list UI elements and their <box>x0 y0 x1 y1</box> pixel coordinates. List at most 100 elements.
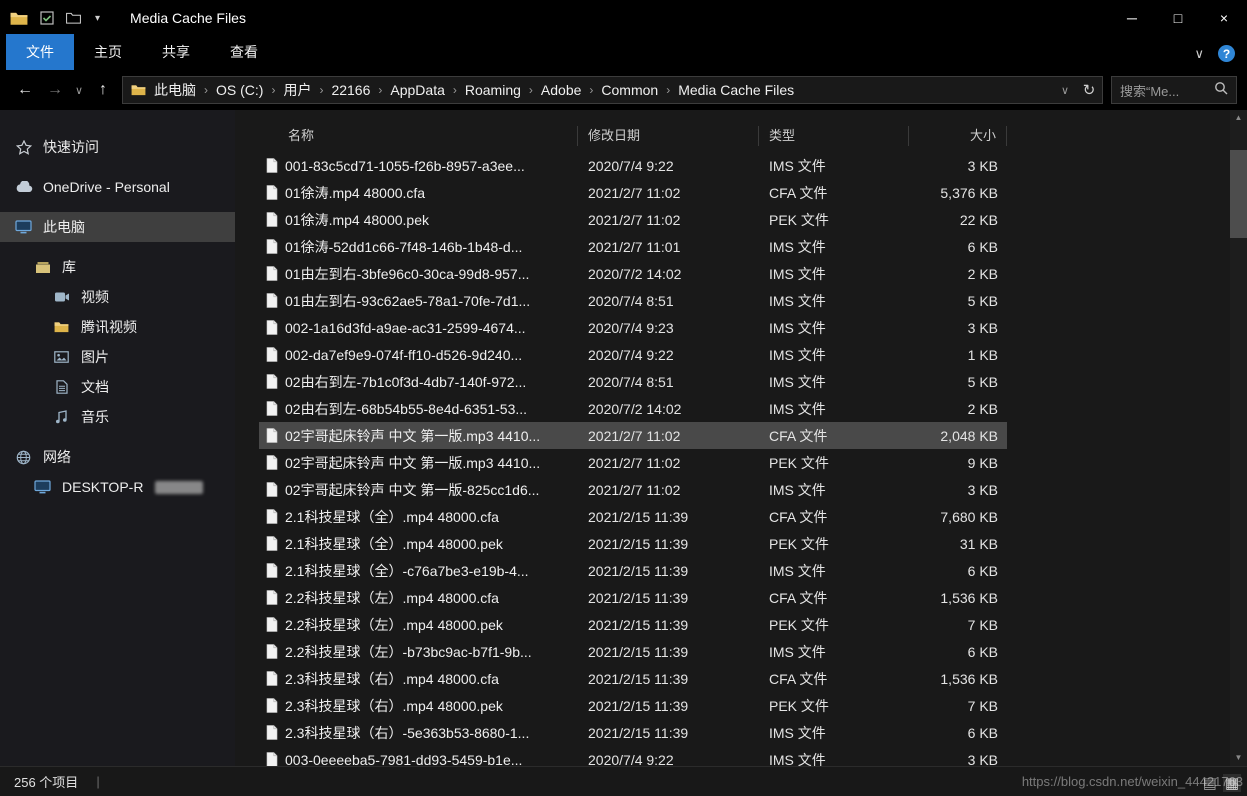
file-icon <box>259 212 285 227</box>
file-size: 7 KB <box>967 697 998 714</box>
file-row[interactable]: 02宇哥起床铃声 中文 第一版.mp3 4410... 2021/2/7 11:0… <box>259 449 1007 476</box>
file-type: IMS 文件 <box>769 373 826 390</box>
file-size: 1 KB <box>967 346 998 363</box>
file-size: 6 KB <box>967 724 998 741</box>
file-name: 2.1科技星球（全）.mp4 48000.pek <box>285 535 503 552</box>
properties-icon[interactable] <box>40 11 54 25</box>
address-dropdown-icon[interactable]: ∨ <box>1054 84 1076 97</box>
column-header-date[interactable]: 修改日期 <box>578 126 759 146</box>
file-row[interactable]: 02宇哥起床铃声 中文 第一版.mp3 4410... 2021/2/7 11:0… <box>259 422 1007 449</box>
breadcrumb-item-user-22166[interactable]: 22166 <box>323 82 378 98</box>
file-row[interactable]: 01由左到右-3bfe96c0-30ca-99d8-957... 2020/7/2… <box>259 260 1007 287</box>
breadcrumb-item-users[interactable]: 用户 <box>275 80 319 100</box>
file-row[interactable]: 2.1科技星球（全）.mp4 48000.pek 2021/2/15 11:39 P… <box>259 530 1007 557</box>
breadcrumb-item-media-cache-files[interactable]: Media Cache Files <box>670 82 802 98</box>
breadcrumb-item-this-pc[interactable]: 此电脑 <box>146 80 204 100</box>
icons-view-button[interactable]: ▦ <box>1222 774 1241 792</box>
file-icon <box>259 347 285 362</box>
file-row[interactable]: 2.2科技星球（左）-b73bc9ac-b7f1-9b... 2021/2/15 … <box>259 638 1007 665</box>
file-row[interactable]: 02宇哥起床铃声 中文 第一版-825cc1d6... 2021/2/7 11:0… <box>259 476 1007 503</box>
ribbon-tab-share[interactable]: 共享 <box>142 34 210 70</box>
file-row[interactable]: 2.3科技星球（右）.mp4 48000.pek 2021/2/15 11:39 P… <box>259 692 1007 719</box>
file-icon <box>259 293 285 308</box>
scrollbar-thumb[interactable] <box>1230 150 1247 238</box>
explorer-icon <box>10 11 28 26</box>
file-row[interactable]: 2.1科技星球（全）-c76a7be3-e19b-4... 2021/2/15 1… <box>259 557 1007 584</box>
up-button[interactable]: ↑ <box>88 76 118 104</box>
sidebar-item-desktop-r[interactable]: DESKTOP-R <box>0 472 235 502</box>
file-row[interactable]: 01徐涛-52dd1c66-7f48-146b-1b48-d... 2021/2/… <box>259 233 1007 260</box>
column-header-size[interactable]: 大小 <box>909 126 1007 146</box>
back-button[interactable]: ← <box>10 76 40 104</box>
close-button[interactable]: × <box>1201 0 1247 36</box>
details-view-button[interactable]: ▤ <box>1203 774 1217 792</box>
sidebar-item-music[interactable]: 音乐 <box>0 402 235 432</box>
vertical-scrollbar[interactable]: ▲ ▼ <box>1230 110 1247 766</box>
sidebar-item-videos[interactable]: 视频 <box>0 282 235 312</box>
ribbon-expand-icon[interactable]: ∨ <box>1194 46 1204 62</box>
file-row[interactable]: 02由右到左-7b1c0f3d-4db7-140f-972... 2020/7/4… <box>259 368 1007 395</box>
file-date-modified: 2020/7/4 8:51 <box>588 373 674 390</box>
file-date-modified: 2020/7/4 9:23 <box>588 319 674 336</box>
file-row[interactable]: 2.3科技星球（右）.mp4 48000.cfa 2021/2/15 11:39 C… <box>259 665 1007 692</box>
file-row[interactable]: 2.2科技星球（左）.mp4 48000.pek 2021/2/15 11:39 P… <box>259 611 1007 638</box>
search-box[interactable]: 搜索“Me... <box>1111 76 1237 104</box>
breadcrumb-item-adobe[interactable]: Adobe <box>533 82 589 98</box>
file-row[interactable]: 002-1a16d3fd-a9ae-ac31-2599-4674... 2020/… <box>259 314 1007 341</box>
file-type: PEK 文件 <box>769 616 829 633</box>
file-row[interactable]: 2.1科技星球（全）.mp4 48000.cfa 2021/2/15 11:39 C… <box>259 503 1007 530</box>
ribbon-tab-view[interactable]: 查看 <box>210 34 278 70</box>
column-header-type[interactable]: 类型 <box>759 126 909 146</box>
file-row[interactable]: 003-0eeeeba5-7981-dd93-5459-b1e... 2020/7… <box>259 746 1007 766</box>
file-row[interactable]: 001-83c5cd71-1055-f26b-8957-a3ee... 2020/… <box>259 152 1007 179</box>
minimize-button[interactable]: ─ <box>1109 0 1155 36</box>
title-bar: ▾ Media Cache Files ─ □ × <box>0 0 1247 36</box>
breadcrumb-item-appdata[interactable]: AppData <box>382 82 452 98</box>
sidebar-item-label: 音乐 <box>81 409 109 425</box>
maximize-button[interactable]: □ <box>1155 0 1201 36</box>
file-row[interactable]: 01由左到右-93c62ae5-78a1-70fe-7d1... 2020/7/4… <box>259 287 1007 314</box>
refresh-icon[interactable]: ↻ <box>1076 81 1102 99</box>
search-icon[interactable] <box>1214 81 1228 100</box>
file-row[interactable]: 01徐涛.mp4 48000.pek 2021/2/7 11:02 PEK 文件 22… <box>259 206 1007 233</box>
sidebar-item-label: 此电脑 <box>43 219 85 235</box>
file-row[interactable]: 2.3科技星球（右）-5e363b53-8680-1... 2021/2/15 1… <box>259 719 1007 746</box>
file-row[interactable]: 2.2科技星球（左）.mp4 48000.cfa 2021/2/15 11:39 C… <box>259 584 1007 611</box>
sidebar-item-pictures[interactable]: 图片 <box>0 342 235 372</box>
sidebar-item-documents[interactable]: 文档 <box>0 372 235 402</box>
sidebar-item-label: 视频 <box>81 289 109 305</box>
address-bar[interactable]: 此电脑 › OS (C:) › 用户 › 22166 › AppData › Roaming › Ado… <box>122 76 1103 104</box>
file-name: 01由左到右-3bfe96c0-30ca-99d8-957... <box>285 265 530 282</box>
sidebar-item-libraries[interactable]: 库 <box>0 252 235 282</box>
sidebar-item-this-pc[interactable]: 此电脑 <box>0 212 235 242</box>
file-list: 001-83c5cd71-1055-f26b-8957-a3ee... 2020/… <box>235 152 1230 766</box>
forward-button[interactable]: → <box>40 76 70 104</box>
file-name: 2.1科技星球（全）-c76a7be3-e19b-4... <box>285 562 529 579</box>
file-name: 01徐涛.mp4 48000.cfa <box>285 184 426 201</box>
sidebar-item-quick-access[interactable]: 快速访问 <box>0 132 235 162</box>
breadcrumb-item-roaming[interactable]: Roaming <box>457 82 529 98</box>
column-header-name[interactable]: 名称 <box>259 126 578 146</box>
ribbon-tab-home[interactable]: 主页 <box>74 34 142 70</box>
new-folder-icon[interactable] <box>66 12 81 24</box>
file-date-modified: 2020/7/4 9:22 <box>588 346 674 363</box>
file-date-modified: 2020/7/4 8:51 <box>588 292 674 309</box>
customize-quick-access-toolbar-icon[interactable]: ▾ <box>93 13 102 24</box>
recent-locations-icon[interactable]: ∨ <box>70 76 88 104</box>
scroll-up-icon[interactable]: ▲ <box>1230 111 1247 125</box>
breadcrumb-item-os-c[interactable]: OS (C:) <box>208 82 271 98</box>
sidebar-item-tencent-video[interactable]: 腾讯视频 <box>0 312 235 342</box>
location-folder-icon <box>131 84 146 96</box>
sidebar-item-network[interactable]: 网络 <box>0 442 235 472</box>
breadcrumb-item-common[interactable]: Common <box>593 82 666 98</box>
file-row[interactable]: 002-da7ef9e9-074f-ff10-d526-9d240... 2020… <box>259 341 1007 368</box>
scroll-down-icon[interactable]: ▼ <box>1230 751 1247 765</box>
breadcrumb: 此电脑 › OS (C:) › 用户 › 22166 › AppData › Roaming › Ado… <box>146 80 1054 100</box>
help-icon[interactable]: ? <box>1218 45 1235 62</box>
file-size: 3 KB <box>967 157 998 174</box>
file-row[interactable]: 02由右到左-68b54b55-8e4d-6351-53... 2020/7/2 … <box>259 395 1007 422</box>
sidebar-item-onedrive[interactable]: OneDrive - Personal <box>0 172 235 202</box>
file-type: IMS 文件 <box>769 265 826 282</box>
ribbon-tab-file[interactable]: 文件 <box>6 34 74 70</box>
file-row[interactable]: 01徐涛.mp4 48000.cfa 2021/2/7 11:02 CFA 文件 5,… <box>259 179 1007 206</box>
